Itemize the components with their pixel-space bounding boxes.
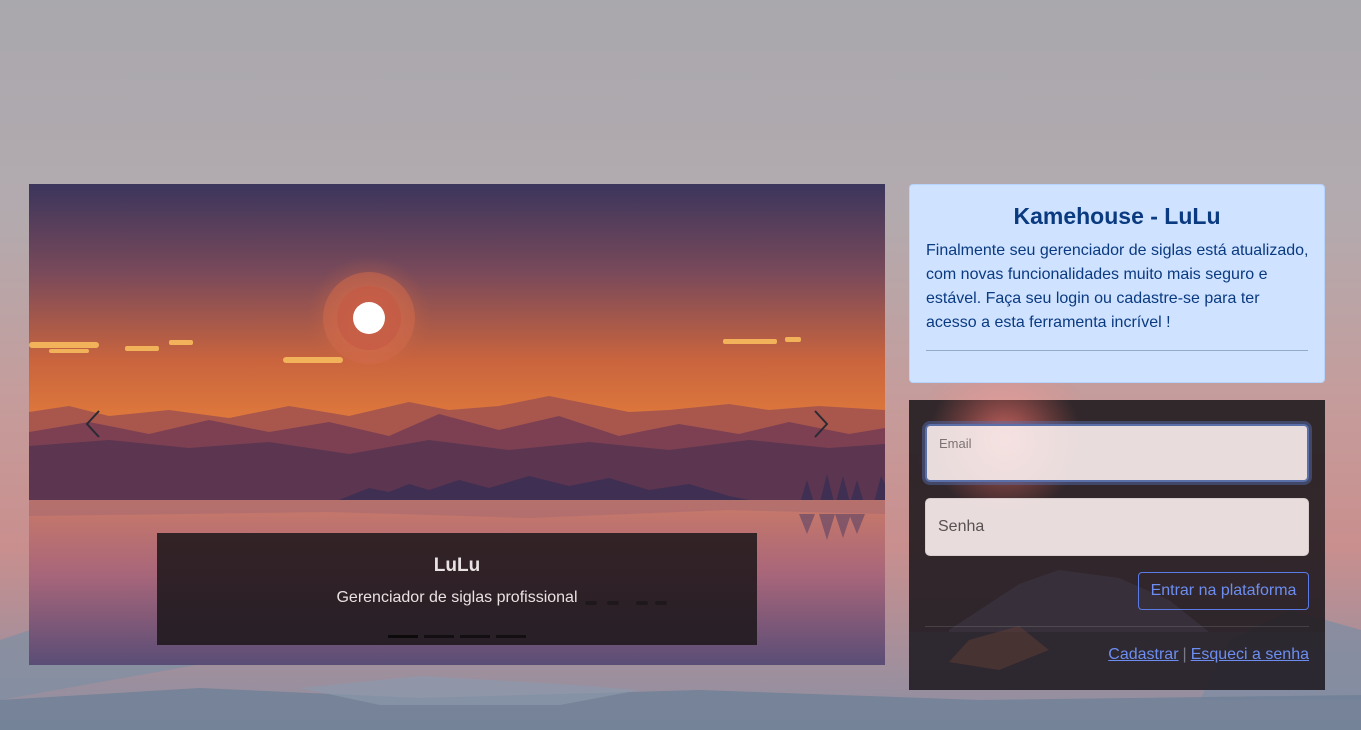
carousel-caption-subtitle: Gerenciador de siglas profissional — [336, 589, 578, 606]
login-form: Email Senha Entrar na plataforma Cadastr… — [909, 400, 1325, 690]
chevron-right-icon — [814, 410, 829, 438]
carousel-indicator-1[interactable] — [388, 635, 418, 638]
login-divider — [925, 626, 1309, 627]
info-title: Kamehouse - LuLu — [1013, 203, 1221, 229]
carousel-indicator-3[interactable] — [460, 635, 490, 638]
login-submit-button[interactable]: Entrar na plataforma — [1138, 572, 1309, 610]
info-description: Finalmente seu gerenciador de siglas est… — [926, 242, 1309, 331]
password-input[interactable] — [938, 525, 1296, 549]
carousel-indicator-4[interactable] — [496, 635, 526, 638]
login-links: Cadastrar | Esqueci a senha — [1108, 646, 1309, 664]
password-field[interactable]: Senha — [925, 498, 1309, 556]
info-divider — [926, 350, 1308, 351]
carousel-next-button[interactable] — [801, 394, 841, 454]
hero-carousel: LuLu Gerenciador de siglas profissional — [29, 184, 885, 665]
carousel-prev-button[interactable] — [73, 394, 113, 454]
email-field[interactable]: Email — [925, 424, 1309, 482]
info-alert-card: Kamehouse - LuLu Finalmente seu gerencia… — [909, 184, 1325, 383]
forgot-password-link[interactable]: Esqueci a senha — [1191, 646, 1309, 663]
carousel-indicator-2[interactable] — [424, 635, 454, 638]
email-input[interactable] — [939, 452, 1295, 476]
chevron-left-icon — [85, 410, 100, 438]
carousel-caption: LuLu Gerenciador de siglas profissional — [157, 533, 757, 645]
carousel-indicators — [388, 635, 526, 638]
email-label: Email — [939, 436, 972, 451]
carousel-caption-title: LuLu — [433, 555, 481, 576]
links-separator: | — [1182, 646, 1187, 663]
register-link[interactable]: Cadastrar — [1108, 646, 1178, 663]
